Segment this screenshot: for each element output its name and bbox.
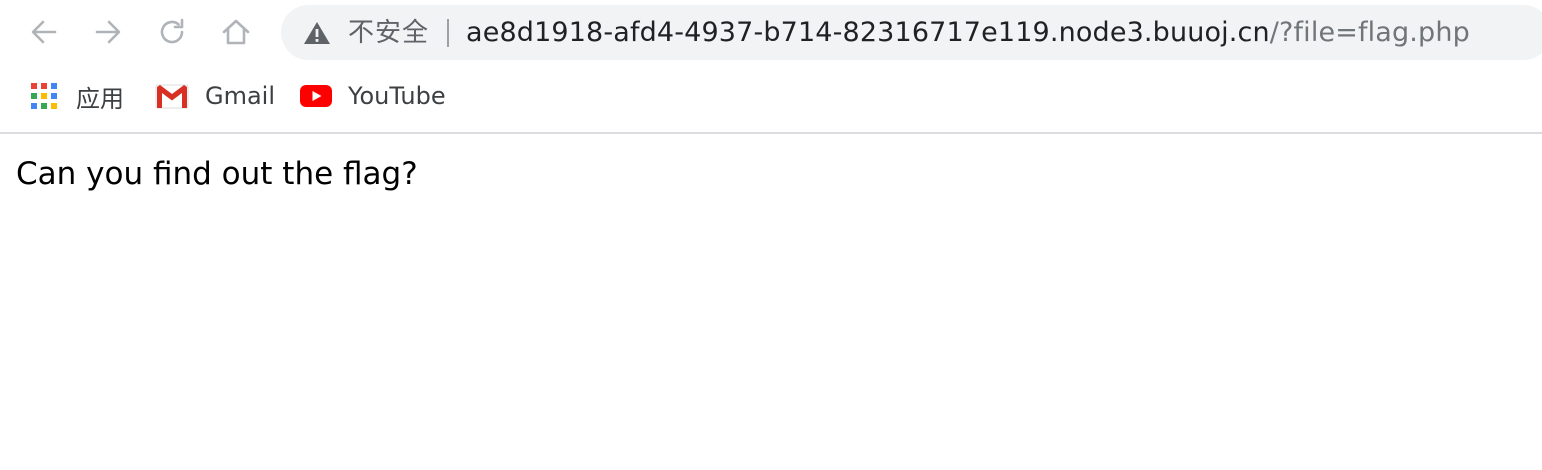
gmail-icon (155, 84, 189, 109)
bookmark-apps[interactable]: 应用 (30, 78, 124, 114)
reload-icon (160, 18, 184, 44)
back-arrow-icon (31, 20, 57, 44)
browser-toolbar: 不安全 ae8d1918-afd4-4937-b714-82316717e119… (0, 0, 1542, 64)
youtube-icon (300, 85, 332, 107)
page-body-text: Can you find out the flag? (16, 156, 418, 192)
url-host: ae8d1918-afd4-4937-b714-82316717e119.nod… (466, 17, 1270, 48)
bookmark-apps-label: 应用 (76, 84, 124, 113)
bookmark-youtube[interactable]: YouTube (300, 78, 446, 114)
warning-icon[interactable] (303, 21, 331, 45)
address-bar[interactable]: 不安全 ae8d1918-afd4-4937-b714-82316717e119… (281, 5, 1542, 60)
not-secure-label[interactable]: 不安全 (348, 17, 429, 49)
home-button[interactable] (218, 14, 254, 50)
home-icon (222, 19, 250, 45)
address-divider (447, 19, 449, 47)
bookmark-gmail[interactable]: Gmail (155, 78, 275, 114)
back-button[interactable] (26, 14, 62, 50)
url-text[interactable]: ae8d1918-afd4-4937-b714-82316717e119.nod… (466, 17, 1470, 49)
bookmark-gmail-label: Gmail (205, 82, 276, 110)
forward-button[interactable] (90, 14, 126, 50)
bookmark-youtube-label: YouTube (348, 82, 446, 110)
reload-button[interactable] (154, 14, 190, 50)
forward-arrow-icon (95, 20, 121, 44)
apps-grid-icon (31, 83, 57, 109)
url-path: /?file=flag.php (1269, 17, 1470, 48)
bookmarks-bar: 应用 Gmail YouTube (0, 64, 1542, 134)
